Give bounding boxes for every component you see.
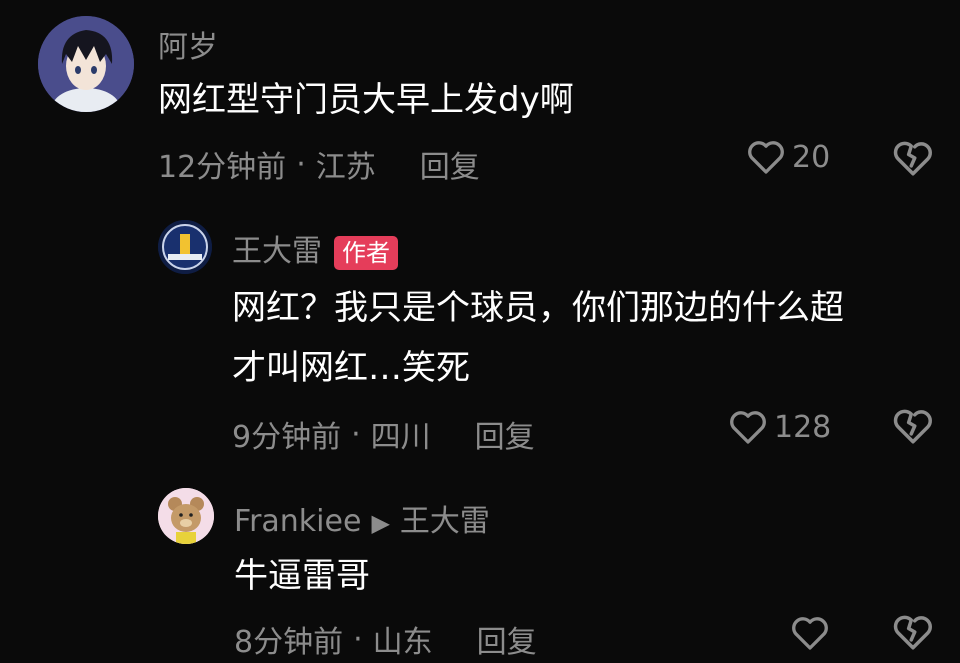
comment-text: 牛逼雷哥 [234,556,370,596]
like-button[interactable] [790,614,830,652]
comment-meta: 8分钟前 · 山东 回复 [234,617,537,661]
username[interactable]: Frankiee ▶ 王大雷 [234,496,490,540]
timestamp: 8分钟前 [234,625,344,660]
heart-icon [792,617,828,650]
bear-avatar-icon [158,488,214,544]
avatar[interactable] [158,488,214,544]
location: 山东 [372,625,433,660]
comment-item: Frankiee ▶ 王大雷 牛逼雷哥 8分钟前 · 山东 回复 [0,0,960,663]
separator-dot: · [353,621,363,657]
reply-button[interactable]: 回复 [477,617,537,661]
reply-arrow-icon: ▶ [371,509,390,537]
username-text: Frankiee [234,504,362,539]
reply-to-username: 王大雷 [399,504,490,539]
dislike-button[interactable] [892,612,934,656]
broken-heart-icon [893,615,932,650]
